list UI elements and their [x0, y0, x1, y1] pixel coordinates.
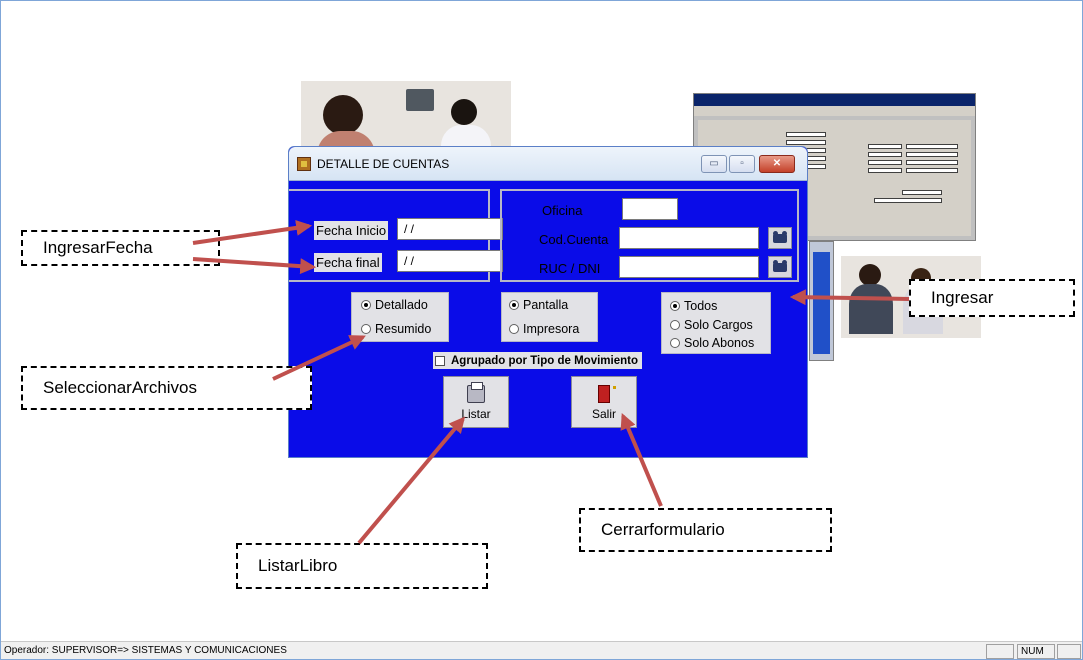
- exit-door-icon: [598, 385, 616, 403]
- fecha-final-label: Fecha final: [314, 253, 382, 272]
- solo-cargos-radio[interactable]: Solo Cargos: [670, 318, 753, 332]
- close-button[interactable]: ✕: [759, 155, 795, 173]
- agrupado-label: Agrupado por Tipo de Movimiento: [451, 354, 638, 367]
- detallado-radio[interactable]: Detallado: [361, 298, 428, 312]
- fecha-inicio-input[interactable]: / /: [397, 218, 503, 240]
- app-icon: [297, 157, 311, 171]
- dialog-title: DETALLE DE CUENTAS: [317, 157, 450, 171]
- background-panel: [809, 241, 834, 361]
- ruc-dni-label: RUC / DNI: [539, 261, 601, 276]
- num-lock-indicator: NUM: [1017, 644, 1055, 659]
- fecha-inicio-label: Fecha Inicio: [314, 221, 389, 240]
- ruc-dni-input[interactable]: [619, 256, 759, 278]
- annotation-ingresar: Ingresar: [909, 279, 1075, 317]
- cod-cuenta-label: Cod.Cuenta: [539, 232, 609, 247]
- binoculars-icon: [773, 260, 787, 272]
- status-bar: Operador: SUPERVISOR=> SISTEMAS Y COMUNI…: [1, 641, 1082, 659]
- binoculars-icon: [773, 231, 787, 243]
- annotation-cerrar-formulario: Cerrarformulario: [579, 508, 832, 552]
- oficina-label: Oficina: [542, 203, 583, 218]
- detalle-de-cuentas-dialog: DETALLE DE CUENTAS ▭ ▫ ✕ Fecha Inicio / …: [288, 146, 808, 458]
- pantalla-radio[interactable]: Pantalla: [509, 298, 568, 312]
- screen: DETALLE DE CUENTAS ▭ ▫ ✕ Fecha Inicio / …: [0, 0, 1083, 660]
- annotation-listar-libro: ListarLibro: [236, 543, 488, 589]
- annotation-seleccionar-archivos: SeleccionarArchivos: [21, 366, 312, 410]
- cuenta-search-button[interactable]: [768, 227, 792, 249]
- resumido-radio[interactable]: Resumido: [361, 322, 431, 336]
- oficina-input[interactable]: [622, 198, 678, 220]
- todos-radio[interactable]: Todos: [670, 299, 717, 313]
- salir-button[interactable]: Salir: [571, 376, 637, 428]
- annotation-ingresar-fecha: IngresarFecha: [21, 230, 220, 266]
- agrupado-checkbox[interactable]: Agrupado por Tipo de Movimiento: [433, 352, 642, 369]
- maximize-button[interactable]: ▫: [729, 155, 755, 173]
- status-pane-empty: [986, 644, 1014, 659]
- dialog-titlebar[interactable]: DETALLE DE CUENTAS ▭ ▫ ✕: [289, 147, 807, 181]
- listar-button[interactable]: Listar: [443, 376, 509, 428]
- status-pane-end: [1057, 644, 1081, 659]
- operator-status: Operador: SUPERVISOR=> SISTEMAS Y COMUNI…: [4, 645, 287, 656]
- ruc-search-button[interactable]: [768, 256, 792, 278]
- printer-icon: [467, 382, 485, 403]
- fecha-final-input[interactable]: / /: [397, 250, 503, 272]
- solo-abonos-radio[interactable]: Solo Abonos: [670, 336, 754, 350]
- impresora-radio[interactable]: Impresora: [509, 322, 579, 336]
- cod-cuenta-input[interactable]: [619, 227, 759, 249]
- minimize-button[interactable]: ▭: [701, 155, 727, 173]
